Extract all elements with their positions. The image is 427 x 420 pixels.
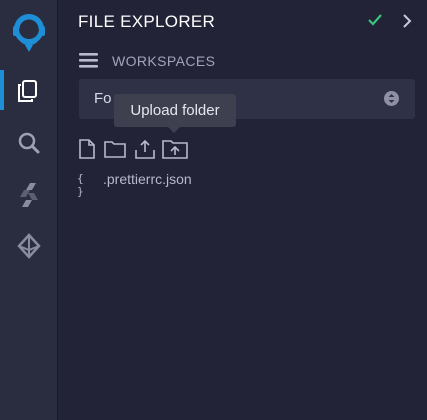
chevron-right-icon[interactable] <box>401 12 413 35</box>
workspaces-label: WORKSPACES <box>112 53 216 69</box>
new-file-icon[interactable] <box>78 138 96 165</box>
panel-title: FILE EXPLORER <box>78 12 216 31</box>
workspace-select-value: Fo <box>94 90 112 107</box>
search-icon[interactable] <box>14 128 44 158</box>
solidity-compiler-icon[interactable] <box>14 180 44 210</box>
upload-file-icon[interactable] <box>134 138 156 165</box>
icon-sidebar <box>0 0 58 420</box>
new-folder-icon[interactable] <box>103 138 127 165</box>
tooltip-arrow <box>168 127 180 133</box>
hamburger-menu-icon[interactable] <box>79 51 98 74</box>
deploy-run-icon[interactable] <box>14 231 44 261</box>
file-explorer-icon[interactable] <box>14 76 44 106</box>
file-name: .prettierrc.json <box>103 171 192 187</box>
select-arrows-icon <box>384 91 399 106</box>
json-file-icon: { } <box>77 172 85 198</box>
upload-folder-tooltip: Upload folder <box>114 94 236 127</box>
active-tab-indicator <box>0 70 4 110</box>
upload-folder-icon[interactable] <box>161 138 189 165</box>
file-explorer-panel: FILE EXPLORER WORKSPACES Fo Upload folde… <box>58 0 427 420</box>
remix-logo-icon[interactable] <box>5 8 53 56</box>
check-icon <box>367 11 383 34</box>
